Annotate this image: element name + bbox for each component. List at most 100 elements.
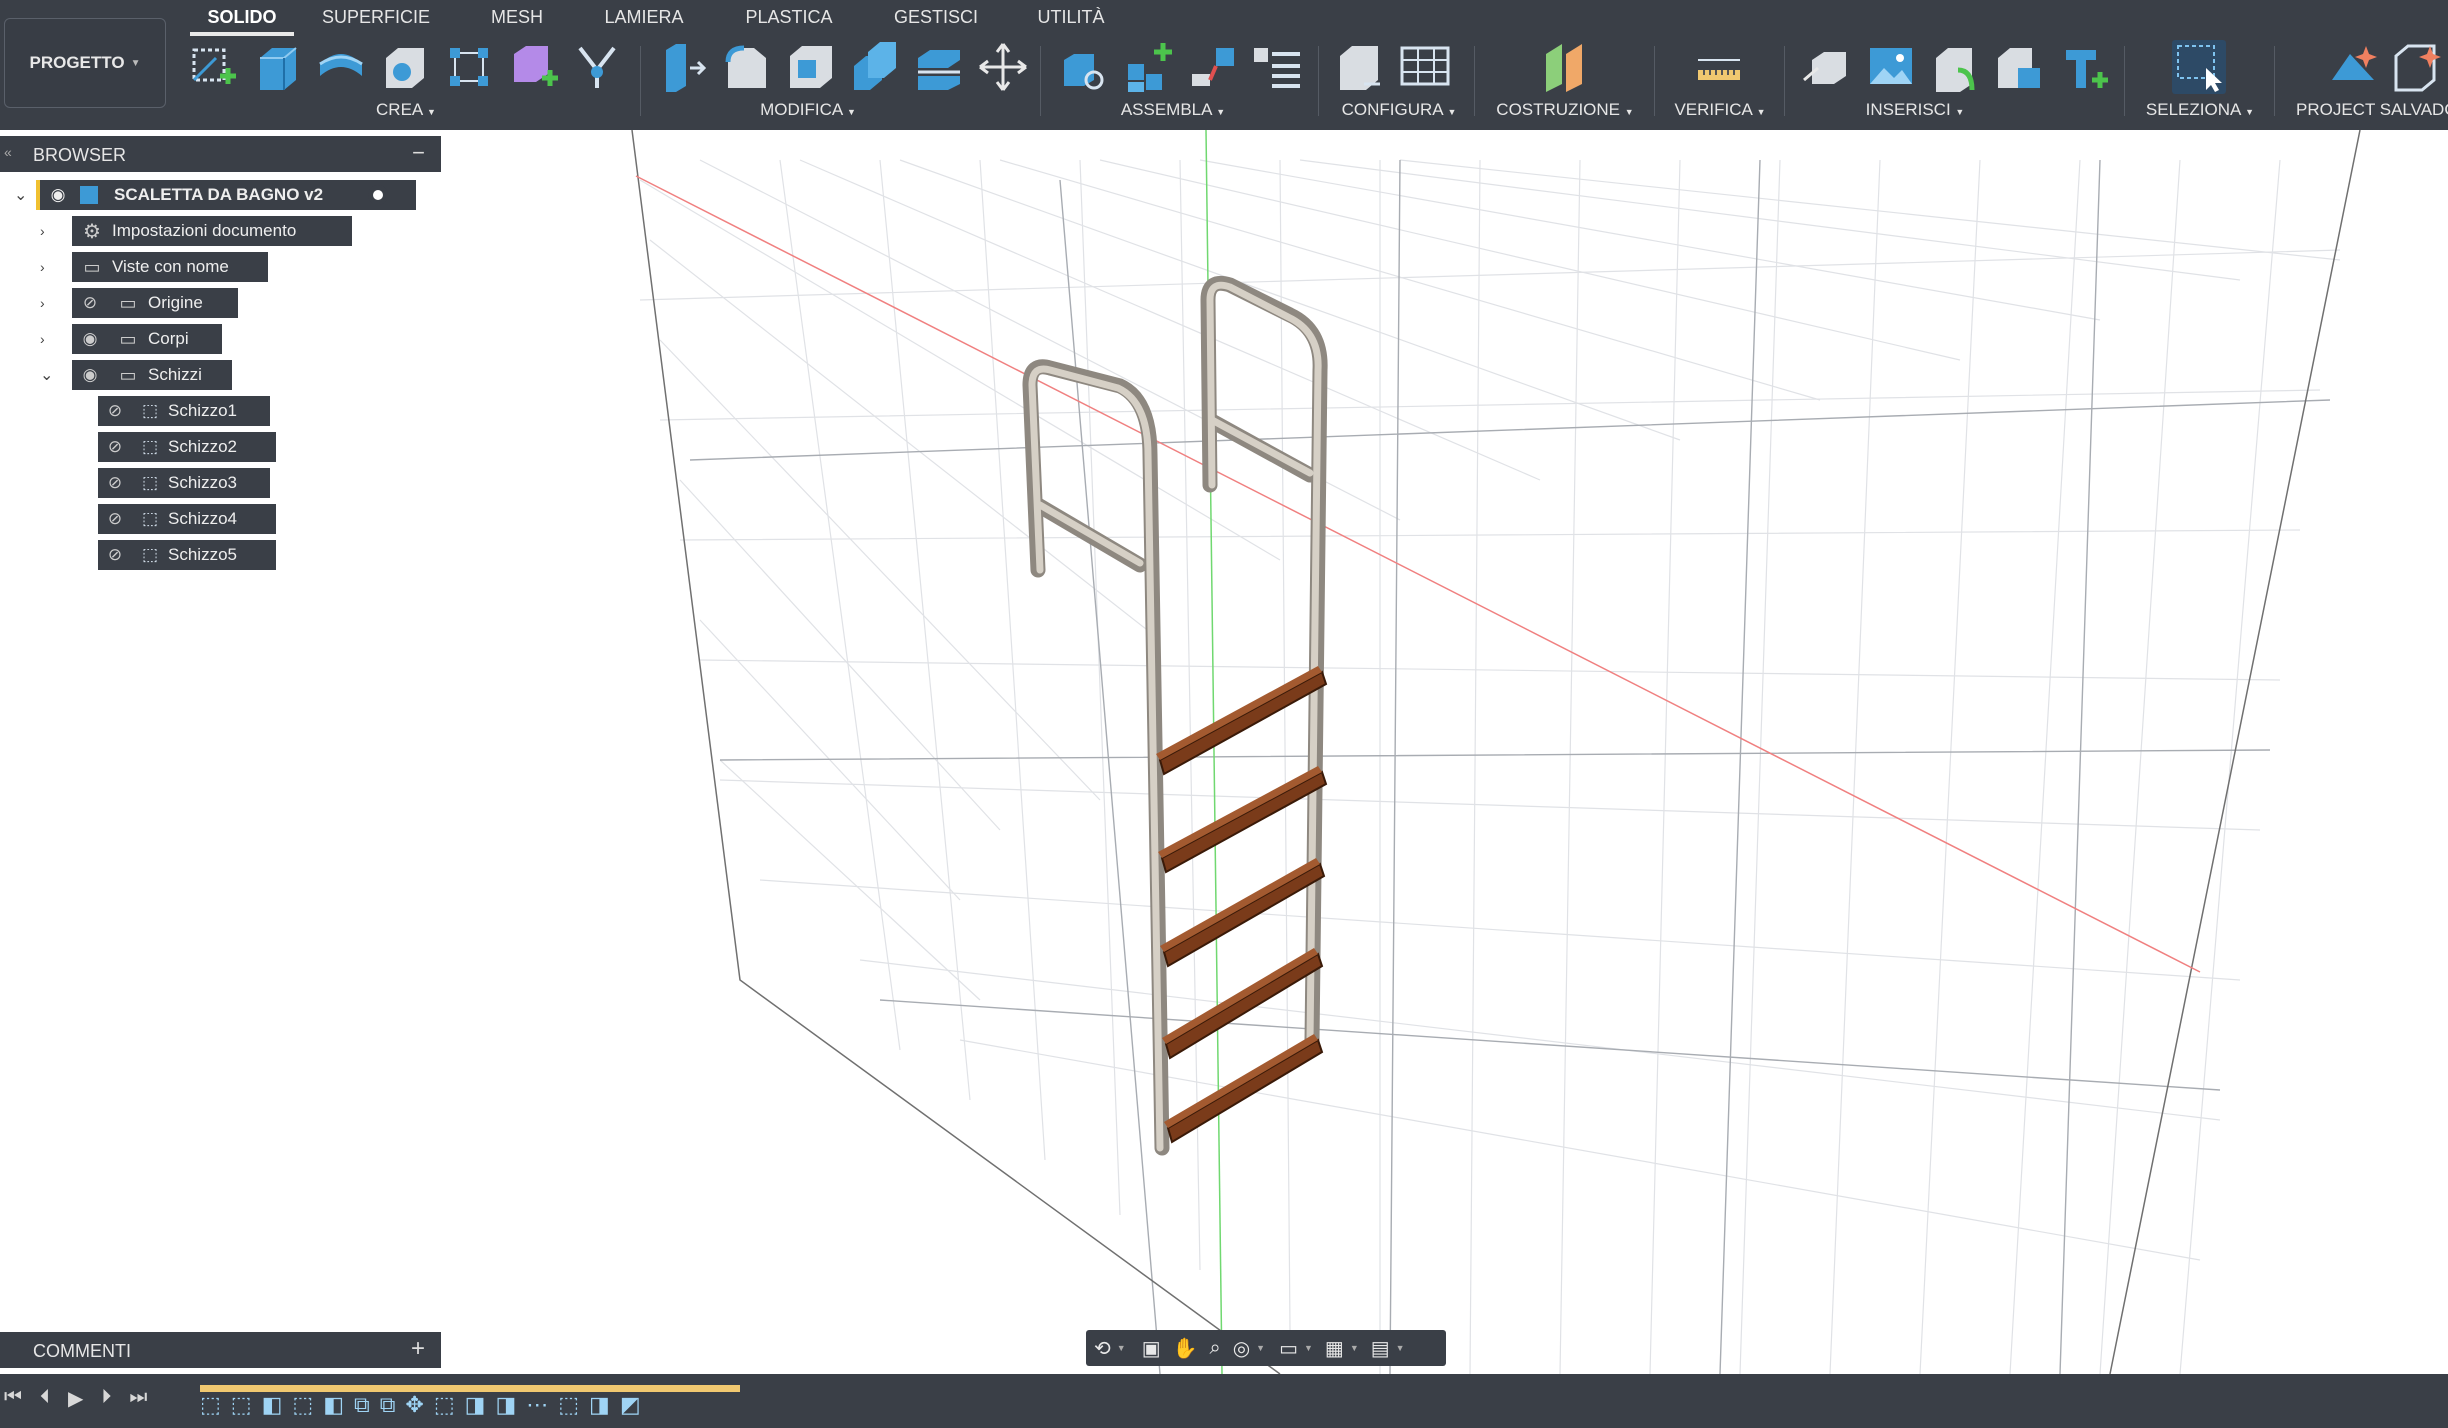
insert-svg-icon[interactable]	[1992, 40, 2046, 94]
chevron-down-icon[interactable]: ⌄	[14, 185, 36, 205]
group-crea-label[interactable]: CREA ▼	[186, 100, 626, 120]
tree-item-schizzo4[interactable]: ⊘ ⬚ Schizzo4	[98, 504, 276, 534]
select-icon[interactable]	[2172, 40, 2226, 94]
press-pull-icon[interactable]	[656, 40, 710, 94]
derive-icon[interactable]	[570, 40, 624, 94]
timeline-extrude-icon[interactable]: ◨	[465, 1392, 486, 1418]
tree-root-row[interactable]: ⌄ ◉ SCALETTA DA BAGNO v2	[14, 180, 416, 210]
play-icon[interactable]: ▶	[68, 1386, 83, 1411]
tab-utilita[interactable]: UTILITÀ	[1006, 0, 1136, 36]
tree-item-schizzo2[interactable]: ⊘ ⬚ Schizzo2	[98, 432, 276, 462]
timeline-mirror-icon[interactable]: ⧉	[354, 1392, 370, 1418]
3d-scene[interactable]	[0, 130, 2448, 1374]
group-inserisci-label[interactable]: INSERISCI ▼	[1760, 100, 2070, 120]
eye-icon[interactable]: ◉	[40, 185, 76, 205]
comments-panel[interactable]: COMMENTI +	[0, 1332, 441, 1368]
pattern-icon[interactable]	[442, 40, 496, 94]
timeline-sketch-icon[interactable]: ⬚	[558, 1392, 579, 1418]
tab-mesh[interactable]: MESH	[458, 0, 576, 36]
group-costruzione-label[interactable]: COSTRUZIONE ▼	[1490, 100, 1640, 120]
tree-item-schizzo5[interactable]: ⊘ ⬚ Schizzo5	[98, 540, 276, 570]
create-form-icon[interactable]	[506, 40, 560, 94]
tab-gestisci[interactable]: GESTISCI	[866, 0, 1006, 36]
go-to-end-icon[interactable]: ⏭	[129, 1386, 147, 1411]
timeline-move-icon[interactable]: ✥	[405, 1392, 423, 1418]
timeline-extrude-icon[interactable]: ◨	[589, 1392, 610, 1418]
display-settings-icon[interactable]: ▭	[1279, 1336, 1298, 1361]
move-copy-icon[interactable]	[976, 40, 1030, 94]
eye-icon[interactable]: ◉	[72, 329, 108, 349]
tree-item-schizzo1[interactable]: ⊘ ⬚ Schizzo1	[98, 396, 270, 426]
eye-hidden-icon[interactable]: ⊘	[98, 509, 132, 529]
create-sketch-icon[interactable]	[186, 40, 240, 94]
chevron-right-icon[interactable]: ›	[40, 259, 72, 275]
timeline-pattern-icon[interactable]: ⋯	[526, 1392, 548, 1418]
collapse-panel-icon[interactable]: «	[4, 144, 12, 160]
eye-hidden-icon[interactable]: ⊘	[98, 401, 132, 421]
fillet-icon[interactable]	[720, 40, 774, 94]
render-icon[interactable]	[2326, 40, 2380, 94]
orbit-icon[interactable]: ⟲	[1094, 1336, 1111, 1361]
minimize-icon[interactable]: −	[412, 140, 425, 166]
timeline-sketch-icon[interactable]: ⬚	[231, 1392, 252, 1418]
tree-item-schizzi[interactable]: ⌄ ◉ ▭ Schizzi	[40, 360, 232, 390]
timeline-mirror-icon[interactable]: ⧉	[380, 1392, 396, 1418]
eye-hidden-icon[interactable]: ⊘	[98, 437, 132, 457]
add-comment-icon[interactable]: +	[411, 1335, 425, 1363]
tab-superficie[interactable]: SUPERFICIE	[294, 0, 458, 36]
look-at-icon[interactable]: ▣	[1142, 1336, 1161, 1361]
group-seleziona-label[interactable]: SELEZIONA ▼	[2140, 100, 2260, 120]
split-body-icon[interactable]	[912, 40, 966, 94]
combine-icon[interactable]	[848, 40, 902, 94]
insert-derive-icon[interactable]	[1800, 40, 1854, 94]
group-modifica-label[interactable]: MODIFICA ▼	[622, 100, 994, 120]
chevron-right-icon[interactable]: ›	[40, 331, 72, 347]
timeline-sweep-icon[interactable]: ◧	[262, 1392, 283, 1418]
eye-hidden-icon[interactable]: ⊘	[72, 293, 108, 313]
timeline-extrude-icon[interactable]: ◨	[495, 1392, 516, 1418]
decal-icon[interactable]	[1928, 40, 1982, 94]
sketch-render-icon[interactable]	[2390, 40, 2444, 94]
timeline-sketch-icon[interactable]: ⬚	[434, 1392, 455, 1418]
project-button[interactable]: PROGETTO ▼	[4, 18, 166, 108]
chevron-right-icon[interactable]: ›	[40, 295, 72, 311]
insert-mcmaster-icon[interactable]	[2056, 40, 2110, 94]
eye-hidden-icon[interactable]: ⊘	[98, 473, 132, 493]
measure-icon[interactable]	[1692, 40, 1746, 94]
joint-icon[interactable]	[1186, 40, 1240, 94]
eye-hidden-icon[interactable]: ⊘	[98, 545, 132, 565]
timeline-sketch-icon[interactable]: ⬚	[292, 1392, 313, 1418]
root-component[interactable]: ◉ SCALETTA DA BAGNO v2	[36, 180, 416, 210]
pan-icon[interactable]: ✋	[1173, 1336, 1198, 1361]
tree-item-impostazioni[interactable]: › ⚙ Impostazioni documento	[40, 216, 352, 246]
offset-plane-icon[interactable]	[1538, 40, 1592, 94]
configure-icon[interactable]	[1334, 40, 1388, 94]
extrude-icon[interactable]	[250, 40, 304, 94]
3d-viewport[interactable]	[0, 130, 2448, 1374]
viewports-icon[interactable]: ▤	[1371, 1336, 1390, 1361]
browser-panel-header[interactable]: « BROWSER −	[0, 136, 441, 172]
new-component-icon[interactable]	[1122, 40, 1176, 94]
tree-item-origine[interactable]: › ⊘ ▭ Origine	[40, 288, 238, 318]
shell-icon[interactable]	[784, 40, 838, 94]
zoom-icon[interactable]: ⌕	[1210, 1337, 1221, 1360]
new-component-link-icon[interactable]	[1058, 40, 1112, 94]
timeline-appearance-icon[interactable]: ◩	[620, 1392, 641, 1418]
go-to-start-icon[interactable]: ⏮	[4, 1386, 22, 1411]
chevron-right-icon[interactable]: ›	[40, 223, 72, 239]
activate-radio-icon[interactable]	[368, 185, 388, 205]
tab-lamiera[interactable]: LAMIERA	[576, 0, 712, 36]
tree-item-corpi[interactable]: › ◉ ▭ Corpi	[40, 324, 222, 354]
timeline-sweep-icon[interactable]: ◧	[323, 1392, 344, 1418]
step-back-icon[interactable]: ⏴	[40, 1386, 50, 1411]
group-configura-label[interactable]: CONFIGURA ▼	[1334, 100, 1464, 120]
tree-item-viste[interactable]: › ▭ Viste con nome	[40, 252, 268, 282]
configuration-table-icon[interactable]	[1398, 40, 1452, 94]
revolve-icon[interactable]	[314, 40, 368, 94]
step-forward-icon[interactable]: ⏵	[101, 1386, 111, 1411]
timeline-marker-bar[interactable]	[200, 1385, 740, 1392]
chevron-down-icon[interactable]: ⌄	[40, 365, 72, 385]
fit-icon[interactable]: ◎	[1233, 1336, 1250, 1361]
group-verifica-label[interactable]: VERIFICA ▼	[1670, 100, 1770, 120]
bill-of-materials-icon[interactable]	[1250, 40, 1304, 94]
